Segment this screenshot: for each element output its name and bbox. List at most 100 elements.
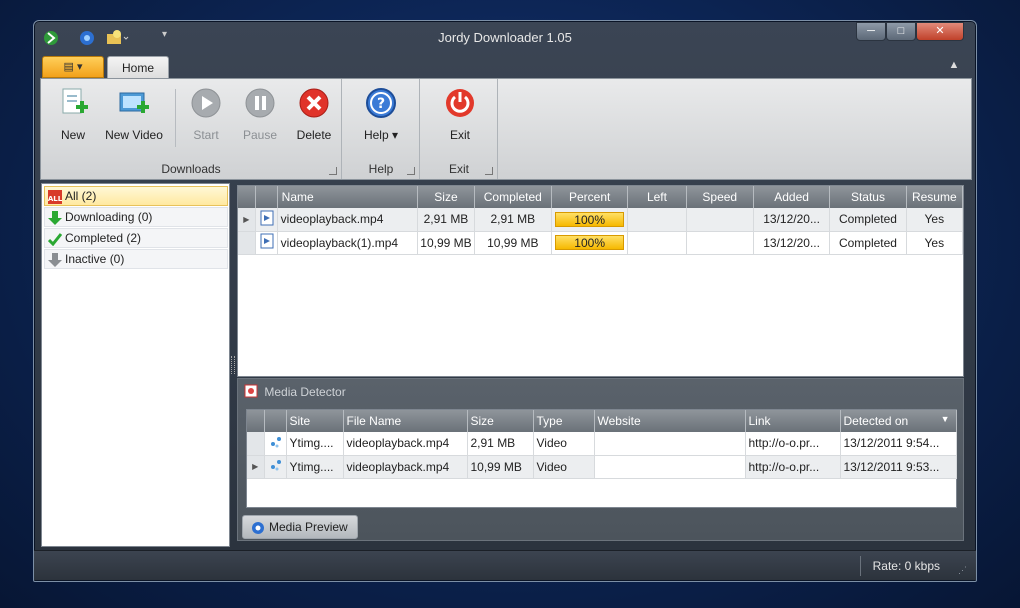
column-header-size[interactable]: Size (417, 186, 475, 208)
table-row[interactable]: ▶ Ytimg.... videoplayback.mp4 10,99 MB V… (247, 455, 957, 479)
ribbon: New New Video Start Pause Delete Downloa… (40, 78, 972, 180)
group-exit: Exit Exit (421, 79, 498, 179)
media-detector-icon (244, 384, 258, 398)
media-detector-grid: Site File Name Size Type Website Link De… (246, 409, 957, 508)
row-indicator-icon: ▶ (238, 208, 256, 232)
column-header-added[interactable]: Added (753, 186, 831, 208)
new-video-icon (118, 87, 150, 119)
filter-panel: ALL All (2) Downloading (0) Completed (2… (41, 183, 230, 547)
cell-size: 2,91 MB (417, 208, 475, 232)
transfer-rate: Rate: 0 kbps (872, 559, 940, 573)
svg-text:?: ? (377, 96, 385, 112)
cell-status: Completed (829, 231, 907, 255)
sort-desc-icon: ▼ (940, 414, 950, 424)
column-header-website[interactable]: Website (594, 410, 746, 432)
media-file-icon (264, 455, 287, 479)
pause-button[interactable]: Pause (235, 85, 285, 145)
cell-type: Video (533, 432, 595, 456)
column-header-size[interactable]: Size (467, 410, 534, 432)
all-icon: ALL (48, 190, 63, 204)
group-help: ? Help ▾ Help (343, 79, 420, 179)
cell-name: videoplayback(1).mp4 (277, 231, 419, 255)
table-row[interactable]: Ytimg.... videoplayback.mp4 2,91 MB Vide… (247, 432, 957, 456)
column-header-completed[interactable]: Completed (474, 186, 552, 208)
exit-button[interactable]: Exit (433, 85, 487, 145)
table-header-row: Site File Name Size Type Website Link De… (247, 410, 957, 432)
cell-link[interactable]: http://o-o.pr... (745, 455, 841, 479)
filter-inactive[interactable]: Inactive (0) (44, 249, 228, 269)
video-file-icon (255, 231, 278, 255)
cell-added: 13/12/20... (753, 208, 831, 232)
cell-site: Ytimg.... (286, 455, 344, 479)
video-file-icon (255, 208, 278, 232)
cell-website (594, 455, 746, 479)
media-preview-icon (251, 520, 265, 542)
cell-status: Completed (829, 208, 907, 232)
close-button[interactable]: ✕ (916, 22, 964, 41)
cell-detected-on: 13/12/2011 9:54... (840, 432, 957, 456)
media-preview-tab[interactable]: Media Preview (242, 515, 358, 539)
status-bar: Rate: 0 kbps ⋰ (34, 550, 976, 580)
group-label-downloads: Downloads (161, 162, 221, 176)
title-bar: ▾ Jordy Downloader 1.05 ─ □ ✕ (34, 21, 976, 55)
cell-percent: 100% (551, 208, 629, 232)
media-detector-title: Media Detector (264, 385, 346, 399)
power-icon (444, 87, 476, 119)
table-row[interactable]: ▶ videoplayback.mp4 2,91 MB 2,91 MB 100%… (238, 208, 964, 232)
exit-dialog-launcher-icon[interactable] (485, 167, 493, 175)
column-header-detected-on[interactable]: Detected on ▼ (840, 410, 957, 432)
cell-resume: Yes (906, 208, 964, 232)
media-file-icon (264, 432, 287, 456)
group-downloads: New New Video Start Pause Delete Downloa… (41, 79, 342, 179)
column-header-file-name[interactable]: File Name (343, 410, 468, 432)
download-arrow-icon (48, 211, 62, 225)
resize-grip-icon[interactable]: ⋰ (958, 565, 970, 577)
minimize-button[interactable]: ─ (856, 22, 886, 41)
column-header-resume[interactable]: Resume (906, 186, 964, 208)
help-button[interactable]: ? Help ▾ (353, 85, 409, 145)
downloads-grid: Name Size Completed Percent Left Speed A… (237, 185, 964, 377)
new-video-button[interactable]: New Video (101, 85, 167, 145)
delete-icon (298, 87, 330, 119)
cell-left (627, 208, 687, 232)
help-dialog-launcher-icon[interactable] (407, 167, 415, 175)
column-header-site[interactable]: Site (286, 410, 344, 432)
progress-bar: 100% (554, 235, 625, 250)
play-icon (190, 87, 222, 119)
column-header-left[interactable]: Left (627, 186, 687, 208)
column-header-speed[interactable]: Speed (686, 186, 754, 208)
cell-name: videoplayback.mp4 (277, 208, 419, 232)
column-header-name[interactable]: Name (277, 186, 419, 208)
filter-completed[interactable]: Completed (2) (44, 228, 228, 248)
cell-type: Video (533, 455, 595, 479)
cell-added: 13/12/20... (753, 231, 831, 255)
cell-resume: Yes (906, 231, 964, 255)
new-button[interactable]: New (47, 85, 99, 145)
start-button[interactable]: Start (181, 85, 231, 145)
cell-speed (686, 208, 754, 232)
cell-file-name: videoplayback.mp4 (343, 455, 468, 479)
collapse-ribbon-icon[interactable]: ▲ (946, 59, 962, 75)
column-header-link[interactable]: Link (745, 410, 841, 432)
application-menu-button[interactable]: ▤ ▾ (42, 56, 104, 78)
delete-button[interactable]: Delete (289, 85, 339, 145)
maximize-button[interactable]: □ (886, 22, 916, 41)
table-row[interactable]: videoplayback(1).mp4 10,99 MB 10,99 MB 1… (238, 231, 964, 255)
cell-file-name: videoplayback.mp4 (343, 432, 468, 456)
ribbon-separator (175, 89, 176, 147)
cell-speed (686, 231, 754, 255)
filter-downloading[interactable]: Downloading (0) (44, 207, 228, 227)
tab-home[interactable]: Home (107, 56, 169, 79)
media-detector-header: Media Detector (244, 384, 346, 399)
cell-completed: 10,99 MB (474, 231, 552, 255)
filter-all[interactable]: ALL All (2) (44, 186, 228, 206)
downloads-dialog-launcher-icon[interactable] (329, 167, 337, 175)
column-header-type[interactable]: Type (533, 410, 595, 432)
splitter-handle[interactable] (231, 356, 235, 374)
column-header-percent[interactable]: Percent (551, 186, 629, 208)
column-header-status[interactable]: Status (829, 186, 907, 208)
cell-site: Ytimg.... (286, 432, 344, 456)
svg-text:ALL: ALL (48, 195, 62, 203)
cell-link[interactable]: http://o-o.pr... (745, 432, 841, 456)
cell-detected-on: 13/12/2011 9:53... (840, 455, 957, 479)
